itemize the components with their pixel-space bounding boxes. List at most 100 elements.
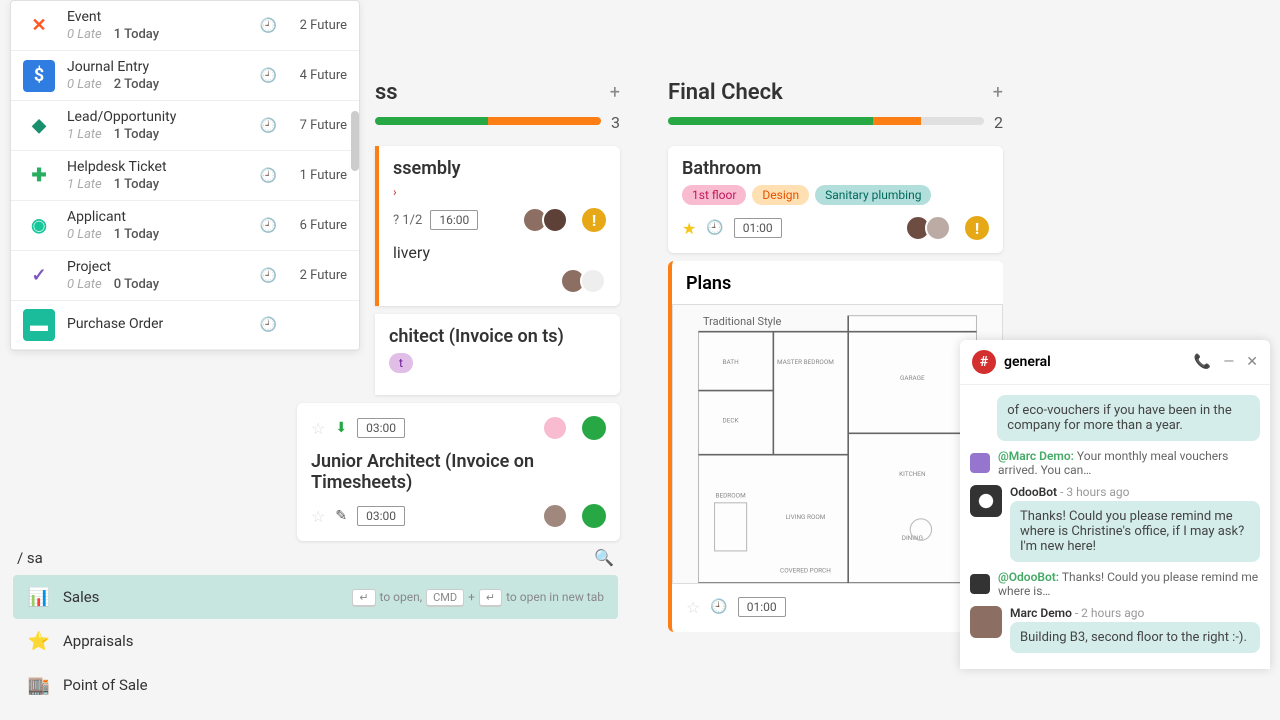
card-tags: 1st floorDesignSanitary plumbing	[682, 185, 989, 205]
command-input[interactable]	[17, 549, 594, 567]
clock-icon[interactable]: 🕘	[260, 268, 277, 284]
activity-item[interactable]: ◉ Applicant 0 Late1 Today 🕘 6 Future	[11, 201, 359, 251]
command-results: 📊 Sales ↵ to open, CMD + ↵ to open in ne…	[13, 575, 618, 707]
app-icon: ✓	[23, 260, 55, 292]
star-icon[interactable]: ☆	[311, 419, 325, 438]
late-count: 0 Late	[67, 77, 102, 92]
card-title: ssembly	[393, 158, 606, 179]
clock-icon[interactable]: 🕘	[260, 18, 277, 34]
channel-name: general	[1004, 354, 1182, 370]
activity-item[interactable]: ◆ Lead/Opportunity 1 Late 1 Today 🕘 7 Fut…	[11, 101, 359, 151]
svg-text:KITCHEN: KITCHEN	[899, 470, 926, 478]
activity-name: Applicant	[67, 209, 252, 225]
command-result[interactable]: 📊 Sales ↵ to open, CMD + ↵ to open in ne…	[13, 575, 618, 619]
command-result[interactable]: ⭐ Appraisals	[13, 619, 618, 663]
search-icon[interactable]: 🔍	[594, 548, 614, 567]
app-icon: ✕	[23, 10, 55, 42]
star-icon[interactable]: ☆	[686, 598, 700, 617]
future-count: 1 Future	[277, 168, 347, 183]
chat-message: of eco-vouchers if you have been in the …	[997, 395, 1260, 441]
floor-plan-image: Traditional Style BATH MASTER BEDROOM DE	[672, 304, 1003, 584]
add-card-icon[interactable]: +	[993, 82, 1003, 103]
svg-text:BATH: BATH	[722, 358, 739, 366]
command-hint: ↵ to open, CMD + ↵ to open in new tab	[352, 589, 604, 606]
today-count: 1 Today	[114, 227, 159, 242]
activity-name: Helpdesk Ticket	[67, 159, 252, 175]
today-count: 1 Today	[114, 27, 159, 42]
kanban-card-bathroom[interactable]: Bathroom 1st floorDesignSanitary plumbin…	[668, 146, 1003, 253]
scrollbar-thumb[interactable]	[351, 111, 359, 171]
command-result[interactable]: 🏬 Point of Sale	[13, 663, 618, 707]
msg-time: - 2 hours ago	[1075, 606, 1144, 620]
command-label: Point of Sale	[63, 676, 604, 694]
future-count: 2 Future	[277, 268, 347, 283]
activity-item[interactable]: ✚ Helpdesk Ticket 1 Late 1 Today 🕘 1 Futu…	[11, 151, 359, 201]
svg-text:GARAGE: GARAGE	[900, 374, 925, 382]
card-title: chitect (Invoice on ts)	[389, 326, 606, 347]
activity-panel: ✕ Event 0 Late 1 Today 🕘 2 Future $ Journ…	[10, 0, 360, 351]
close-icon[interactable]: ✕	[1246, 354, 1258, 370]
svg-text:MASTER BEDROOM: MASTER BEDROOM	[777, 358, 834, 366]
activity-name: Project	[67, 259, 252, 275]
card-title: Plans	[672, 273, 1003, 294]
clock-icon[interactable]: 🕘	[260, 317, 277, 333]
card-subtitle: livery	[393, 243, 606, 262]
activity-name: Lead/Opportunity	[67, 109, 252, 125]
svg-text:LIVING ROOM: LIVING ROOM	[785, 513, 825, 521]
late-count: 1 Late	[67, 127, 102, 142]
clock-icon: 🕘	[710, 599, 727, 615]
activity-name: Journal Entry	[67, 59, 252, 75]
late-count: 0 Late	[67, 27, 102, 42]
activity-name: Event	[67, 9, 252, 25]
add-card-icon[interactable]: +	[610, 82, 620, 103]
app-icon: ◉	[23, 210, 55, 242]
star-icon[interactable]: ☆	[311, 507, 325, 526]
app-icon: ⭐	[27, 629, 51, 653]
call-icon[interactable]: 📞	[1194, 354, 1211, 370]
command-label: Sales	[63, 588, 352, 606]
kanban-card[interactable]: ☆ ⬇ 03:00 Junior Architect (Invoice on T…	[297, 403, 620, 541]
future-count: 2 Future	[277, 18, 347, 33]
activity-list: ✕ Event 0 Late 1 Today 🕘 2 Future $ Journ…	[11, 1, 359, 350]
warning-icon: !	[965, 216, 989, 240]
clock-icon[interactable]: 🕘	[260, 68, 277, 84]
future-count: 7 Future	[277, 118, 347, 133]
minimize-icon[interactable]: —	[1223, 354, 1234, 370]
card-time: 01:00	[738, 597, 786, 617]
activity-item[interactable]: ✕ Event 0 Late 1 Today 🕘 2 Future	[11, 1, 359, 51]
kanban-column-final-check: Final Check + 2 Bathroom 1st floorDesign…	[668, 80, 1003, 632]
card-avatars	[522, 207, 568, 233]
app-icon: ▬	[23, 309, 55, 341]
today-count: 1 Today	[114, 177, 159, 192]
clock-icon[interactable]: 🕘	[260, 118, 277, 134]
future-count: 4 Future	[277, 68, 347, 83]
kanban-card[interactable]: chitect (Invoice on ts) t	[375, 314, 620, 395]
app-icon: ◆	[23, 110, 55, 142]
svg-text:BEDROOM: BEDROOM	[715, 491, 746, 499]
clock-icon: 🕘	[706, 220, 723, 236]
chat-preview: @Marc Demo: Your monthly meal vouchers a…	[998, 449, 1260, 477]
tag: t	[389, 353, 413, 373]
activity-name: Purchase Order	[67, 316, 252, 332]
activity-item[interactable]: ✓ Project 0 Late0 Today 🕘 2 Future	[11, 251, 359, 301]
today-count: 1 Today	[114, 127, 159, 142]
star-icon[interactable]: ★	[682, 219, 696, 238]
card-time: 03:00	[357, 418, 405, 438]
download-icon[interactable]: ⬇	[335, 420, 347, 436]
plan-style-label: Traditional Style	[703, 315, 781, 328]
clock-icon[interactable]: 🕘	[260, 168, 277, 184]
app-icon: ✚	[23, 160, 55, 192]
kanban-card-plans[interactable]: Plans Traditional Style BATH MASTER	[668, 261, 1003, 632]
activity-item[interactable]: $ Journal Entry 0 Late2 Today 🕘 4 Future	[11, 51, 359, 101]
app-icon: 🏬	[27, 673, 51, 697]
clock-icon[interactable]: 🕘	[260, 218, 277, 234]
late-count: 1 Late	[67, 177, 102, 192]
activity-item[interactable]: ▬ Purchase Order 🕘	[11, 301, 359, 350]
edit-icon[interactable]: ✎	[335, 508, 347, 524]
command-search: 🔍	[13, 540, 618, 575]
avatar	[970, 606, 1002, 638]
card-title: Bathroom	[682, 158, 989, 179]
kanban-card[interactable]: ssembly › ? 1/2 16:00 ! livery	[375, 146, 620, 306]
chat-message: Thanks! Could you please remind me where…	[1010, 501, 1260, 562]
card-fraction: ? 1/2	[393, 213, 422, 228]
